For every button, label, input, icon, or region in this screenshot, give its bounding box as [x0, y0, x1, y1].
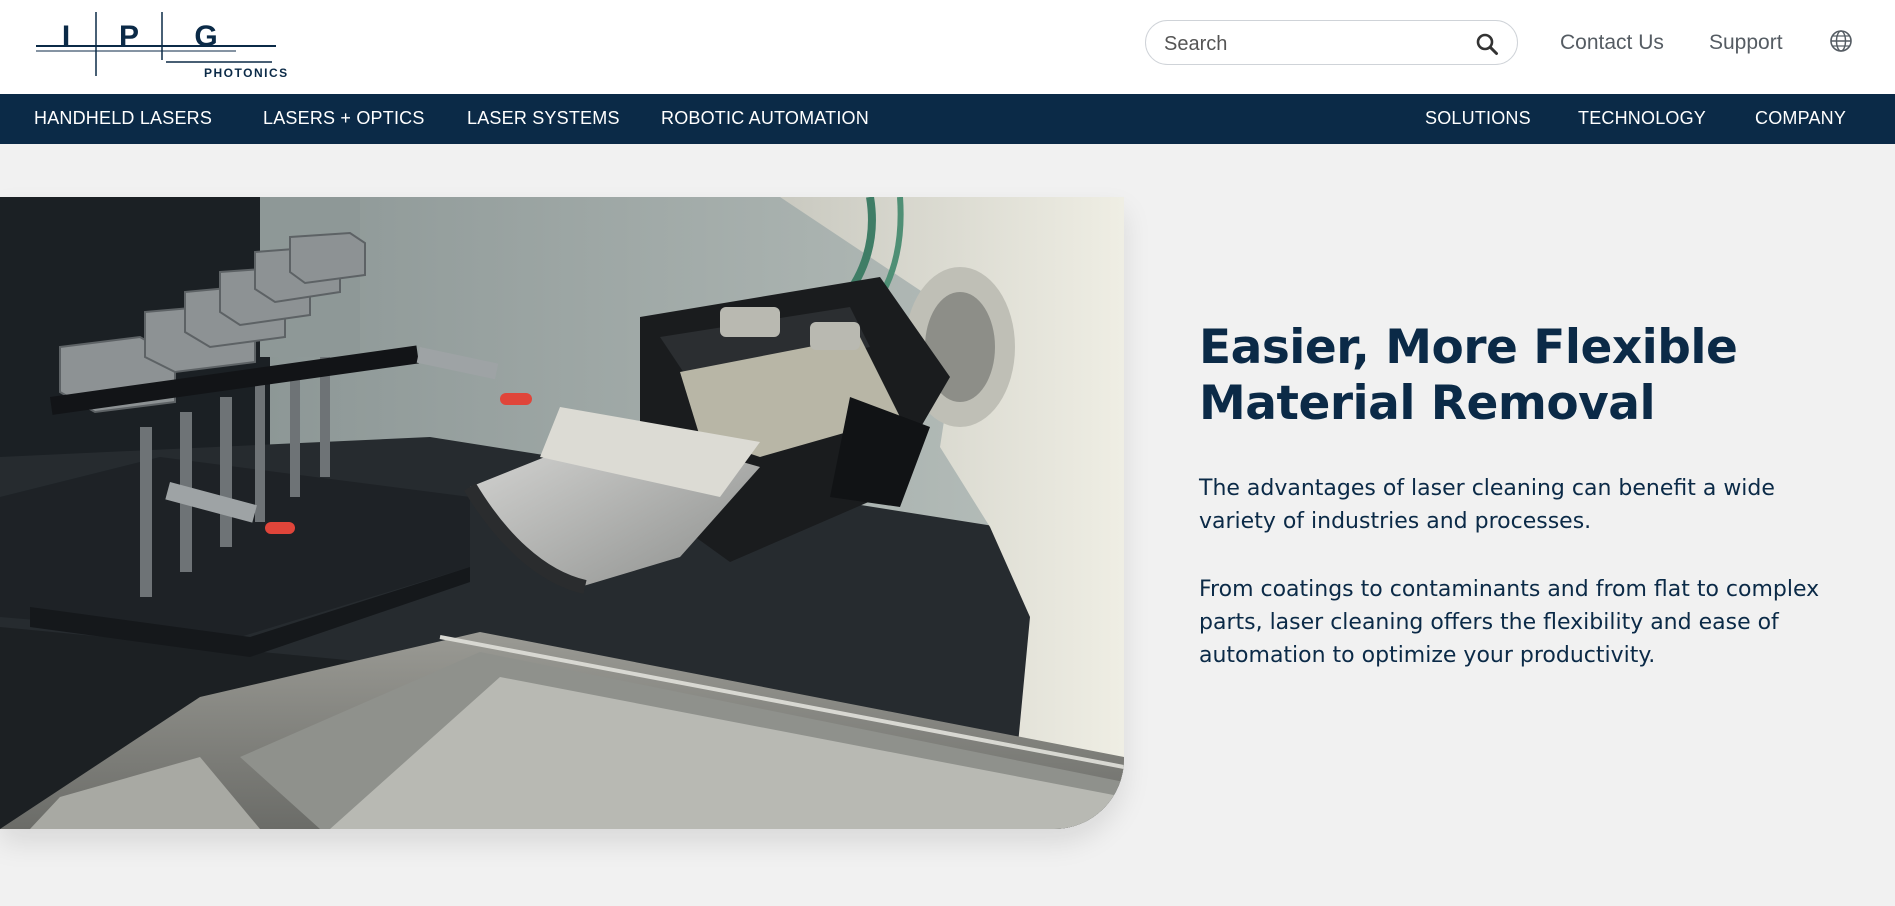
nav-solutions[interactable]: SOLUTIONS	[1425, 108, 1531, 129]
nav-robotic-automation[interactable]: ROBOTIC AUTOMATION	[661, 108, 869, 129]
hero-image-robotic-laser-cleaning	[0, 197, 1124, 829]
hero-title-line-2: Material Removal	[1199, 376, 1656, 431]
logo-letter-g: G	[194, 20, 217, 53]
nav-technology[interactable]: TECHNOLOGY	[1578, 108, 1706, 129]
contact-us-link[interactable]: Contact Us	[1560, 31, 1664, 55]
search-box	[1145, 20, 1518, 65]
main-nav: HANDHELD LASERS LASERS + OPTICS LASER SY…	[0, 94, 1895, 144]
search-icon[interactable]	[1475, 32, 1499, 56]
nav-lasers-optics[interactable]: LASERS + OPTICS	[263, 108, 425, 129]
support-link[interactable]: Support	[1709, 31, 1783, 55]
hero-title: Easier, More Flexible Material Removal	[1199, 320, 1839, 432]
globe-icon[interactable]	[1829, 29, 1853, 53]
site-header: I P G PHOTONICS Contact Us Support	[0, 0, 1895, 94]
ipg-logo[interactable]: I P G PHOTONICS	[36, 10, 287, 80]
logo-subtitle: PHOTONICS	[204, 66, 289, 80]
search-input[interactable]	[1162, 31, 1466, 57]
logo-letter-i: I	[62, 20, 70, 53]
nav-laser-systems[interactable]: LASER SYSTEMS	[467, 108, 620, 129]
hero-paragraph-1: The advantages of laser cleaning can ben…	[1199, 476, 1775, 534]
hero-paragraph-2: From coatings to contaminants and from f…	[1199, 577, 1820, 668]
nav-company[interactable]: COMPANY	[1755, 108, 1846, 129]
logo-letter-p: P	[119, 20, 139, 53]
nav-handheld-lasers[interactable]: HANDHELD LASERS	[34, 108, 212, 129]
hero-title-line-1: Easier, More Flexible	[1199, 320, 1738, 375]
